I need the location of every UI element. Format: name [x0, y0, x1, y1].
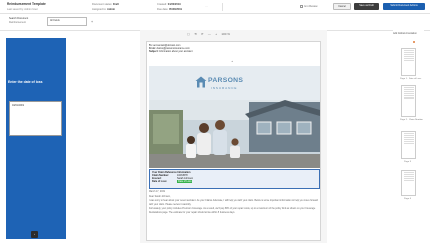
document-status-meta: Document status: Draft — [92, 2, 119, 6]
email-paragraph-1: I was sorry to hear about your recent ac… — [149, 200, 318, 206]
header-divider — [222, 3, 223, 11]
fit-page-icon[interactable]: ▢ — [187, 32, 190, 36]
date-of-loss-highlight[interactable]: Date of Loss — [177, 180, 193, 184]
created-meta: Created: 04/30/2019 — [157, 2, 181, 6]
document-page: To: accountant@domain.com From: claims@p… — [146, 41, 321, 241]
assigned-meta: Assigned to: Admin — [92, 7, 116, 11]
document-label: Search Document — [9, 17, 29, 20]
rotate-left-icon[interactable]: ⟲ — [194, 32, 197, 36]
thumbnail-label-2: Page 2 · Claim Number — [400, 119, 423, 121]
email-greeting: Dear Sarah Johnson, — [149, 195, 171, 198]
field-prompt-heading: Enter the date of loss — [8, 80, 43, 84]
due-date-meta: Due date: 05/30/2019 — [157, 7, 182, 11]
company-subtitle: INSURANCE — [211, 85, 238, 90]
last-saved-text: Last saved by: Admin User — [7, 7, 38, 11]
in-review-toggle[interactable]: Is in Review — [300, 5, 317, 8]
add-button[interactable]: + — [91, 20, 93, 24]
document-value: Reimbursement — [9, 21, 26, 24]
zoom-out-icon[interactable]: — — [208, 32, 211, 36]
submit-button[interactable]: Submit Document Actions — [383, 3, 425, 10]
rotate-right-icon[interactable]: ⟳ — [201, 32, 204, 36]
zoom-level[interactable]: 100 % — [221, 32, 230, 36]
email-body: March 17, 2019 Dear Sarah Johnson, I was… — [149, 191, 320, 216]
field-guide-panel — [6, 38, 66, 239]
checkbox-icon[interactable] — [300, 5, 303, 8]
page-thumbnail-3[interactable] — [401, 131, 416, 159]
save-draft-button[interactable]: Save as Draft — [354, 3, 379, 10]
page-thumbnail-2[interactable] — [401, 85, 416, 117]
page-thumbnail-4[interactable] — [401, 170, 416, 196]
cancel-button[interactable]: Cancel — [333, 3, 351, 10]
top-bar: Reimbursement Template Last saved by: Ad… — [0, 0, 430, 14]
family-house-photo — [149, 100, 320, 168]
email-header: To: accountant@domain.com From: claims@p… — [149, 44, 193, 54]
house-logo-icon — [195, 76, 207, 88]
thumbnail-label-1: Page 1 · Date of Loss — [400, 78, 422, 80]
field-select[interactable]: All Fields — [47, 17, 87, 26]
thumbnail-label-3: Page 3 — [404, 161, 411, 163]
previous-field-button[interactable]: ‹ — [31, 231, 38, 238]
add-annotation-label[interactable]: Add Global Annotation — [393, 32, 417, 35]
company-name: PARSONS — [208, 77, 244, 84]
zoom-in-icon[interactable]: + — [215, 32, 217, 36]
chevron-up-icon: ▲ — [231, 60, 234, 63]
thumbnail-label-4: Page 4 — [404, 198, 411, 200]
email-paragraph-2: Fortunately, your policy includes Premiu… — [149, 208, 316, 214]
claim-reference-box: Your Claim Reference Information Claim N… — [149, 169, 320, 189]
more-menu-icon[interactable]: ··· — [205, 4, 208, 8]
viewer-toolbar: ▢ ⟲ ⟳ — + 100 % — [187, 32, 233, 38]
app-name: Reimbursement Template — [7, 2, 46, 6]
annotation-indicator-dot — [413, 41, 415, 43]
email-date: March 17, 2019 — [149, 191, 165, 193]
document-subbar: Search Document Reimbursement All Fields… — [0, 14, 430, 31]
date-of-loss-input[interactable]: 04/01/2019 — [9, 101, 62, 136]
page-thumbnail-1[interactable] — [401, 48, 416, 76]
